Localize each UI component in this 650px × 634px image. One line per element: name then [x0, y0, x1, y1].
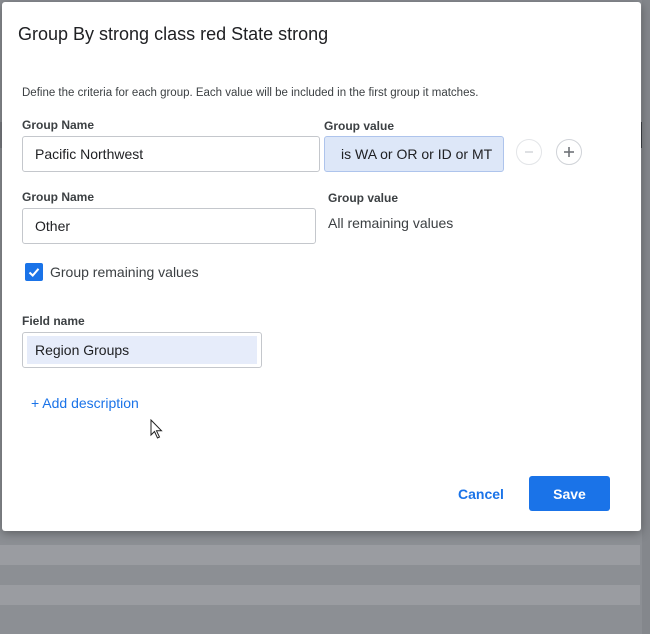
- group-2-value-text: All remaining values: [328, 215, 454, 231]
- dialog-instructions: Define the criteria for each group. Each…: [22, 87, 479, 99]
- group-remaining-label[interactable]: Group remaining values: [50, 264, 199, 280]
- plus-circle-icon: [564, 147, 574, 157]
- field-name-value: Region Groups: [27, 336, 257, 364]
- group-1-name-label: Group Name: [22, 118, 95, 132]
- field-name-label: Field name: [22, 314, 85, 328]
- checkmark-icon: [28, 268, 40, 277]
- dialog-title: Group By strong class red State strong: [18, 24, 329, 44]
- backdrop-row: [0, 585, 640, 605]
- group-1-value-label: Group value: [324, 119, 395, 133]
- group-1-value-chip[interactable]: is WA or OR or ID or MT: [324, 136, 504, 172]
- group-1-name-input[interactable]: Pacific Northwest: [22, 136, 320, 172]
- save-button[interactable]: Save: [529, 476, 610, 511]
- minus-circle-icon: [525, 151, 533, 153]
- add-group-button[interactable]: [556, 139, 582, 165]
- group-2-name-label: Group Name: [22, 190, 95, 204]
- cancel-button[interactable]: Cancel: [449, 477, 513, 511]
- backdrop-scrollbar: [642, 0, 650, 634]
- remove-group-button[interactable]: [516, 139, 542, 165]
- add-description-link[interactable]: + Add description: [31, 395, 139, 411]
- group-2-name-input[interactable]: Other: [22, 208, 316, 244]
- field-name-input[interactable]: Region Groups: [22, 332, 262, 368]
- group-2-value-label: Group value: [328, 191, 399, 205]
- mouse-cursor-icon: [150, 419, 163, 439]
- group-remaining-checkbox[interactable]: [25, 263, 43, 281]
- group-by-dialog: Group By strong class red State strong D…: [2, 2, 641, 531]
- backdrop-row: [0, 545, 640, 565]
